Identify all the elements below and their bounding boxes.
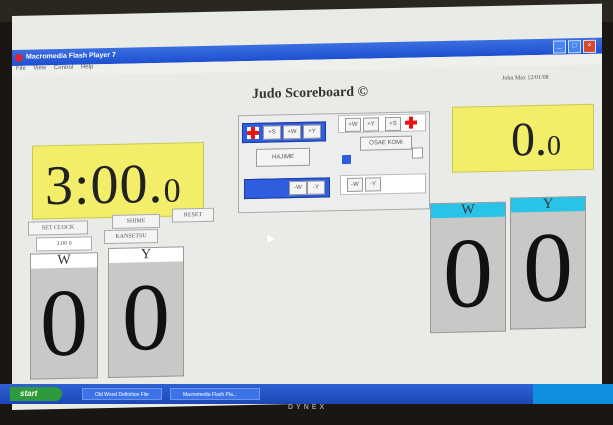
blue-team-subtract-panel: -W -Y <box>244 177 330 200</box>
score-value: 0 <box>443 216 493 329</box>
main-clock-value: 3:00. <box>45 152 164 218</box>
blue-osaekomi-indicator[interactable] <box>342 154 351 165</box>
osae-komi-button[interactable]: OSAE KOMI <box>360 135 412 151</box>
subtract-yuko-button-left[interactable]: -Y <box>307 180 325 195</box>
window-controls: _ □ × <box>553 39 596 54</box>
clock-input[interactable]: 3:00 0 <box>36 236 92 252</box>
maximize-button[interactable]: □ <box>568 40 581 54</box>
shido-cross-icon-right <box>405 117 417 129</box>
score-column-right-y: Y 0 <box>510 195 586 330</box>
subtract-yuko-button-right[interactable]: -Y <box>365 177 381 192</box>
scoreboard-meta: John Max 12/01/08 <box>502 74 549 82</box>
blue-team-penalty-panel: +S +W +Y <box>242 121 326 144</box>
window-title: Macromedia Flash Player 7 <box>26 51 116 61</box>
start-button[interactable]: start <box>10 387 62 401</box>
score-column-right-w: W 0 <box>430 201 506 334</box>
white-team-subtract-panel: -W -Y <box>340 173 426 196</box>
white-osaekomi-indicator[interactable] <box>412 147 423 159</box>
monitor-brand-logo: DYNEX <box>288 404 328 411</box>
taskbar-item-old-wood[interactable]: Old Wood Definition File <box>82 388 162 400</box>
shime-button[interactable]: SHIME <box>112 213 160 229</box>
score-label: Y <box>109 247 183 263</box>
menu-help[interactable]: Help <box>81 64 93 70</box>
add-yuko-button-right[interactable]: +Y <box>363 117 379 132</box>
menu-file[interactable]: File <box>16 66 26 72</box>
kansetsu-button[interactable]: KANSETSU <box>104 228 158 245</box>
close-button[interactable]: × <box>583 39 596 54</box>
scoreboard-title: Judo Scoreboard © <box>252 84 368 102</box>
add-wazaari-button-right[interactable]: +W <box>345 117 361 133</box>
shido-cross-icon <box>247 126 259 140</box>
add-shido-button-left[interactable]: +S <box>263 125 281 140</box>
hajime-button[interactable]: HAJIME <box>256 147 310 167</box>
score-value: 0 <box>122 262 170 371</box>
subtract-wazaari-button-right[interactable]: -W <box>347 177 363 192</box>
minimize-button[interactable]: _ <box>553 40 566 54</box>
mouse-cursor-icon <box>263 232 275 244</box>
score-label: Y <box>511 197 585 213</box>
score-column-left-y: Y 0 <box>108 246 184 378</box>
set-clock-button[interactable]: SET CLOCK <box>28 220 88 236</box>
osaekomi-clock-fraction: 0 <box>547 130 561 162</box>
menu-view[interactable]: View <box>33 65 46 71</box>
reset-button[interactable]: RESET <box>172 207 214 223</box>
subtract-wazaari-button-left[interactable]: -W <box>289 180 307 196</box>
add-yuko-button-left[interactable]: +Y <box>303 124 321 139</box>
osaekomi-clock-value: 0. <box>511 112 547 167</box>
add-wazaari-button-left[interactable]: +W <box>283 124 301 140</box>
taskbar-item-flash-player[interactable]: Macromedia Flash Pla... <box>170 388 260 400</box>
score-value: 0 <box>523 211 573 324</box>
white-team-penalty-panel: +W +Y +S <box>338 113 426 134</box>
system-tray <box>533 384 613 404</box>
score-column-left-w: W 0 <box>30 252 98 380</box>
score-label: W <box>31 253 97 269</box>
main-clock-fraction: 0 <box>163 172 182 210</box>
taskbar: start Old Wood Definition File Macromedi… <box>0 384 613 404</box>
score-value: 0 <box>40 268 88 377</box>
screen: Macromedia Flash Player 7 _ □ × File Vie… <box>12 3 602 410</box>
add-shido-button-right[interactable]: +S <box>385 116 401 132</box>
menu-control[interactable]: Control <box>54 65 73 71</box>
osaekomi-clock: 0.0 <box>452 103 594 173</box>
flash-player-icon <box>15 53 23 62</box>
